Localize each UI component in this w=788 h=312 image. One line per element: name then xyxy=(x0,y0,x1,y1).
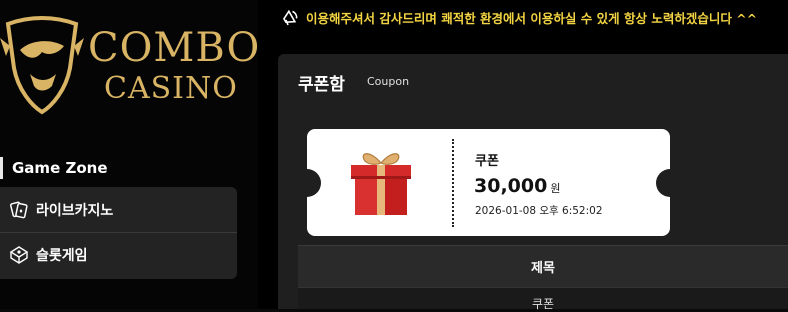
notice-text: 이용해주셔서 감사드리며 쾌적한 환경에서 이용하실 수 있게 항상 노력하겠습… xyxy=(306,10,758,26)
brand-line1: COMBO xyxy=(88,25,261,71)
cards-icon xyxy=(8,199,30,221)
ticket-notch-right xyxy=(656,169,684,197)
coupon-card[interactable]: 쿠폰 30,000 원 2026-01-08 오후 6:52:02 xyxy=(293,129,684,236)
sidebar-item-label: 라이브카지노 xyxy=(36,202,114,219)
game-zone-heading: Game Zone xyxy=(0,157,258,179)
page-title: 쿠폰함 xyxy=(298,75,345,95)
coupon-amount-unit: 원 xyxy=(550,182,561,195)
megaphone-icon xyxy=(280,6,302,28)
coupon-label: 쿠폰 xyxy=(475,154,499,169)
game-zone-label: Game Zone xyxy=(12,159,108,177)
game-menu: 라이브카지노 슬롯게임 xyxy=(0,187,237,279)
notice-banner: 이용해주셔서 감사드리며 쾌적한 환경에서 이용하실 수 있게 항상 노력하겠습… xyxy=(280,6,757,28)
coupon-divider xyxy=(452,139,454,227)
column-header-title: 제목 xyxy=(531,261,555,276)
sidebar-item-slot-game[interactable]: 슬롯게임 xyxy=(0,232,237,277)
page-subtitle: Coupon xyxy=(367,75,410,88)
coupon-amount-value: 30,000 xyxy=(474,175,548,197)
coupon-panel: 쿠폰함 Coupon 쿠폰 30,000 원 2026-01-08 오후 6:52… xyxy=(278,54,788,311)
brand-line2: CASINO xyxy=(104,71,238,106)
section-marker xyxy=(0,157,3,179)
slot-machine-icon xyxy=(8,244,30,266)
coupon-amount: 30,000 원 xyxy=(474,175,560,197)
sidebar-item-label: 슬롯게임 xyxy=(36,248,88,264)
ticket-notch-left xyxy=(293,169,321,197)
table-cell-title: 쿠폰 xyxy=(531,297,555,311)
mask-emblem-icon xyxy=(0,16,84,115)
coupon-table: 제목 쿠폰 xyxy=(298,245,788,311)
sidebar: COMBO CASINO Game Zone 라이브카지노 슬롯게임 xyxy=(0,0,259,309)
gift-box-icon xyxy=(351,153,411,215)
coupon-date: 2026-01-08 오후 6:52:02 xyxy=(475,205,603,217)
table-header: 제목 xyxy=(298,245,788,287)
table-row[interactable]: 쿠폰 xyxy=(298,287,788,311)
brand-logo[interactable]: COMBO CASINO xyxy=(0,10,259,120)
brand-wordmark: COMBO CASINO xyxy=(88,28,260,104)
sidebar-item-live-casino[interactable]: 라이브카지노 xyxy=(0,187,237,232)
